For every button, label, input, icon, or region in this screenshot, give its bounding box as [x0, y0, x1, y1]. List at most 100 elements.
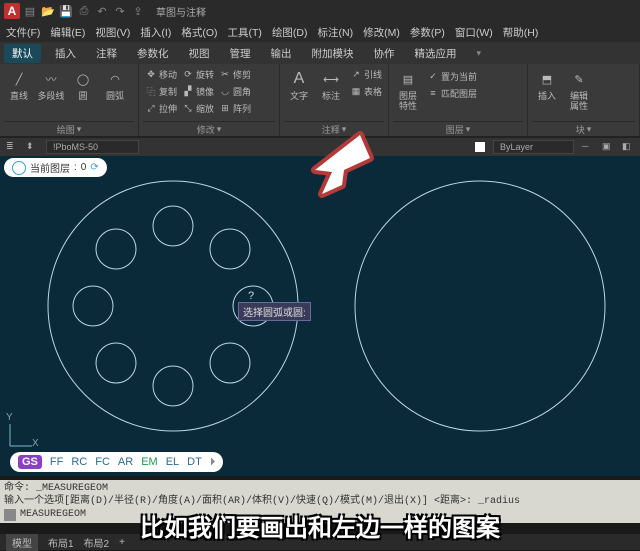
small-circle-1[interactable] — [153, 206, 193, 246]
ribbon-dropdown-icon[interactable]: ▾ — [471, 46, 488, 61]
mirror-button[interactable]: ▞镜像 — [180, 83, 216, 99]
tab-collab[interactable]: 协作 — [368, 44, 401, 63]
qat-saveas-icon[interactable]: ⎙ — [78, 5, 90, 17]
insert-block-button[interactable]: ⬒插入 — [532, 66, 562, 103]
list-icon[interactable]: ≣ — [6, 141, 18, 153]
stretch-button[interactable]: ⤢拉伸 — [143, 100, 179, 116]
panel-title-layer[interactable]: 图层 ▾ — [393, 121, 523, 136]
copy-button[interactable]: ⿻复制 — [143, 83, 179, 99]
panel-annotate: A文字 ⟷标注 ↗引线 ▦表格 注释 ▾ — [280, 64, 389, 136]
text-button[interactable]: A文字 — [284, 66, 314, 103]
color-swatch[interactable] — [475, 142, 485, 152]
menu-insert[interactable]: 插入(I) — [140, 25, 171, 40]
scale-button[interactable]: ⤡缩放 — [180, 100, 216, 116]
dimension-button[interactable]: ⟷标注 — [316, 66, 346, 103]
tool2-icon[interactable]: ◧ — [622, 141, 634, 153]
arc-button[interactable]: ◠圆弧 — [100, 66, 130, 103]
layer-select[interactable]: ByLayer — [493, 140, 574, 154]
panel-title-block[interactable]: 块 ▾ — [532, 121, 635, 136]
tab-featured[interactable]: 精选应用 — [409, 44, 463, 63]
tab-parametric[interactable]: 参数化 — [131, 44, 175, 63]
menu-modify[interactable]: 修改(M) — [363, 25, 400, 40]
small-circle-2[interactable] — [210, 229, 250, 269]
tab-manage[interactable]: 管理 — [224, 44, 257, 63]
cmdchip-expand-icon[interactable]: ⏵ — [210, 456, 216, 469]
ribbon-tabs: 默认 插入 注释 参数化 视图 管理 输出 附加模块 协作 精选应用 ▾ — [0, 42, 640, 64]
cmdchip-gs[interactable]: GS — [18, 455, 42, 469]
menu-window[interactable]: 窗口(W) — [455, 25, 493, 40]
small-circle-4[interactable] — [210, 343, 250, 383]
cmdchip-rc[interactable]: RC — [71, 456, 87, 468]
lineweight-icon[interactable]: ─ — [582, 141, 594, 153]
current-layer-chip[interactable]: 当前图层: 0 ⟳ — [4, 158, 107, 177]
move-button[interactable]: ✥移动 — [143, 66, 179, 82]
qat-open-icon[interactable]: 📂 — [42, 5, 54, 17]
rotate-button[interactable]: ⟳旋转 — [180, 66, 216, 82]
qat-undo-icon[interactable]: ↶ — [96, 5, 108, 17]
qat-share-icon[interactable]: ⇪ — [132, 5, 144, 17]
tab-insert[interactable]: 插入 — [49, 44, 82, 63]
tab-addins[interactable]: 附加模块 — [306, 44, 360, 63]
scale-icon: ⤡ — [182, 102, 194, 114]
title-bar: A ▤ 📂 💾 ⎙ ↶ ↷ ⇪ 草图与注释 — [0, 0, 640, 22]
cmdchip-em[interactable]: EM — [141, 456, 158, 468]
menu-dim[interactable]: 标注(N) — [318, 25, 354, 40]
cmdchip-ff[interactable]: FF — [50, 456, 63, 468]
props-icon[interactable]: ⬍ — [26, 141, 38, 153]
edit-attr-button[interactable]: ✎编辑 属性 — [564, 66, 594, 113]
app-logo[interactable]: A — [4, 3, 20, 19]
cursor-question-icon: ? — [248, 290, 254, 302]
layer-chip-value: 0 — [81, 162, 87, 173]
tab-output[interactable]: 输出 — [265, 44, 298, 63]
qat-redo-icon[interactable]: ↷ — [114, 5, 126, 17]
qat-save-icon[interactable]: 💾 — [60, 5, 72, 17]
fillet-button[interactable]: ◡圆角 — [217, 83, 253, 99]
layer-match-button[interactable]: ≡匹配图层 — [425, 85, 509, 101]
table-button[interactable]: ▦表格 — [348, 83, 384, 99]
tab-default[interactable]: 默认 — [4, 44, 41, 63]
layer-current-button[interactable]: ✓置为当前 — [425, 68, 509, 84]
line-button[interactable]: ╱直线 — [4, 66, 34, 103]
menu-format[interactable]: 格式(O) — [181, 25, 217, 40]
cmdchip-dt[interactable]: DT — [187, 456, 202, 468]
panel-title-modify[interactable]: 修改 ▾ — [143, 121, 275, 136]
tool1-icon[interactable]: ▣ — [602, 141, 614, 153]
circle-icon: ◯ — [72, 68, 94, 90]
cmdchip-fc[interactable]: FC — [95, 456, 110, 468]
ribbon: ╱直线 〰多段线 ◯圆 ◠圆弧 绘图 ▾ ✥移动 ⟳旋转 ✂修剪 ⿻复制 ▞镜像… — [0, 64, 640, 137]
circle-button[interactable]: ◯圆 — [68, 66, 98, 103]
small-circle-8[interactable] — [96, 229, 136, 269]
small-circle-5[interactable] — [153, 366, 193, 406]
layer-chip-label: 当前图层 — [30, 160, 70, 175]
array-button[interactable]: ⊞阵列 — [217, 100, 253, 116]
menu-help[interactable]: 帮助(H) — [503, 25, 539, 40]
textstyle-select[interactable]: !PboMS-50 — [46, 140, 139, 154]
small-circle-7[interactable] — [73, 286, 113, 326]
tab-view[interactable]: 视图 — [183, 44, 216, 63]
qat-new-icon[interactable]: ▤ — [24, 5, 36, 17]
menu-file[interactable]: 文件(F) — [6, 25, 40, 40]
right-big-circle[interactable] — [355, 181, 605, 431]
panel-title-draw[interactable]: 绘图 ▾ — [4, 121, 134, 136]
command-chips: GS FF RC FC AR EM EL DT ⏵ — [10, 452, 223, 472]
layer-prop-button[interactable]: ▤图层 特性 — [393, 66, 423, 113]
drawing-canvas[interactable] — [0, 156, 640, 476]
cmdchip-ar[interactable]: AR — [118, 456, 133, 468]
menu-param[interactable]: 参数(P) — [410, 25, 445, 40]
small-circle-6[interactable] — [96, 343, 136, 383]
fillet-icon: ◡ — [219, 85, 231, 97]
quick-access-toolbar: ▤ 📂 💾 ⎙ ↶ ↷ ⇪ — [24, 5, 144, 17]
tab-annotate[interactable]: 注释 — [90, 44, 123, 63]
copy-icon: ⿻ — [145, 85, 157, 97]
trim-button[interactable]: ✂修剪 — [217, 66, 253, 82]
menu-edit[interactable]: 编辑(E) — [50, 25, 85, 40]
cmdchip-el[interactable]: EL — [166, 456, 179, 468]
polyline-button[interactable]: 〰多段线 — [36, 66, 66, 103]
chip-refresh-icon[interactable]: ⟳ — [90, 162, 98, 173]
menu-tools[interactable]: 工具(T) — [228, 25, 262, 40]
menu-view[interactable]: 视图(V) — [95, 25, 130, 40]
trim-icon: ✂ — [219, 68, 231, 80]
dimension-icon: ⟷ — [320, 68, 342, 90]
leader-button[interactable]: ↗引线 — [348, 66, 384, 82]
menu-draw[interactable]: 绘图(D) — [272, 25, 308, 40]
